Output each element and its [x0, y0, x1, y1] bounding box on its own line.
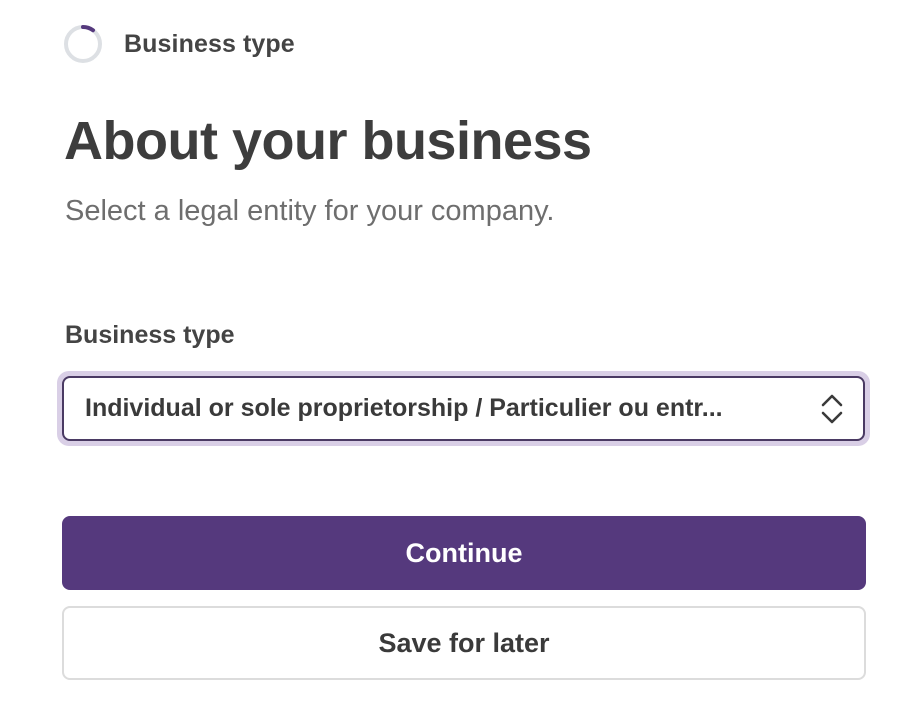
- step-indicator: Business type: [63, 24, 295, 64]
- business-type-select[interactable]: Individual or sole proprietorship / Part…: [62, 376, 865, 441]
- business-type-label: Business type: [65, 321, 235, 349]
- business-type-selected-value: Individual or sole proprietorship / Part…: [85, 394, 723, 422]
- page-title: About your business: [64, 111, 592, 171]
- chevron-up-down-icon: [821, 394, 843, 423]
- continue-button[interactable]: Continue: [62, 516, 866, 590]
- save-for-later-button[interactable]: Save for later: [62, 606, 866, 680]
- page-subtitle: Select a legal entity for your company.: [65, 195, 555, 227]
- progress-ring-icon: [64, 25, 102, 63]
- step-label: Business type: [124, 29, 295, 58]
